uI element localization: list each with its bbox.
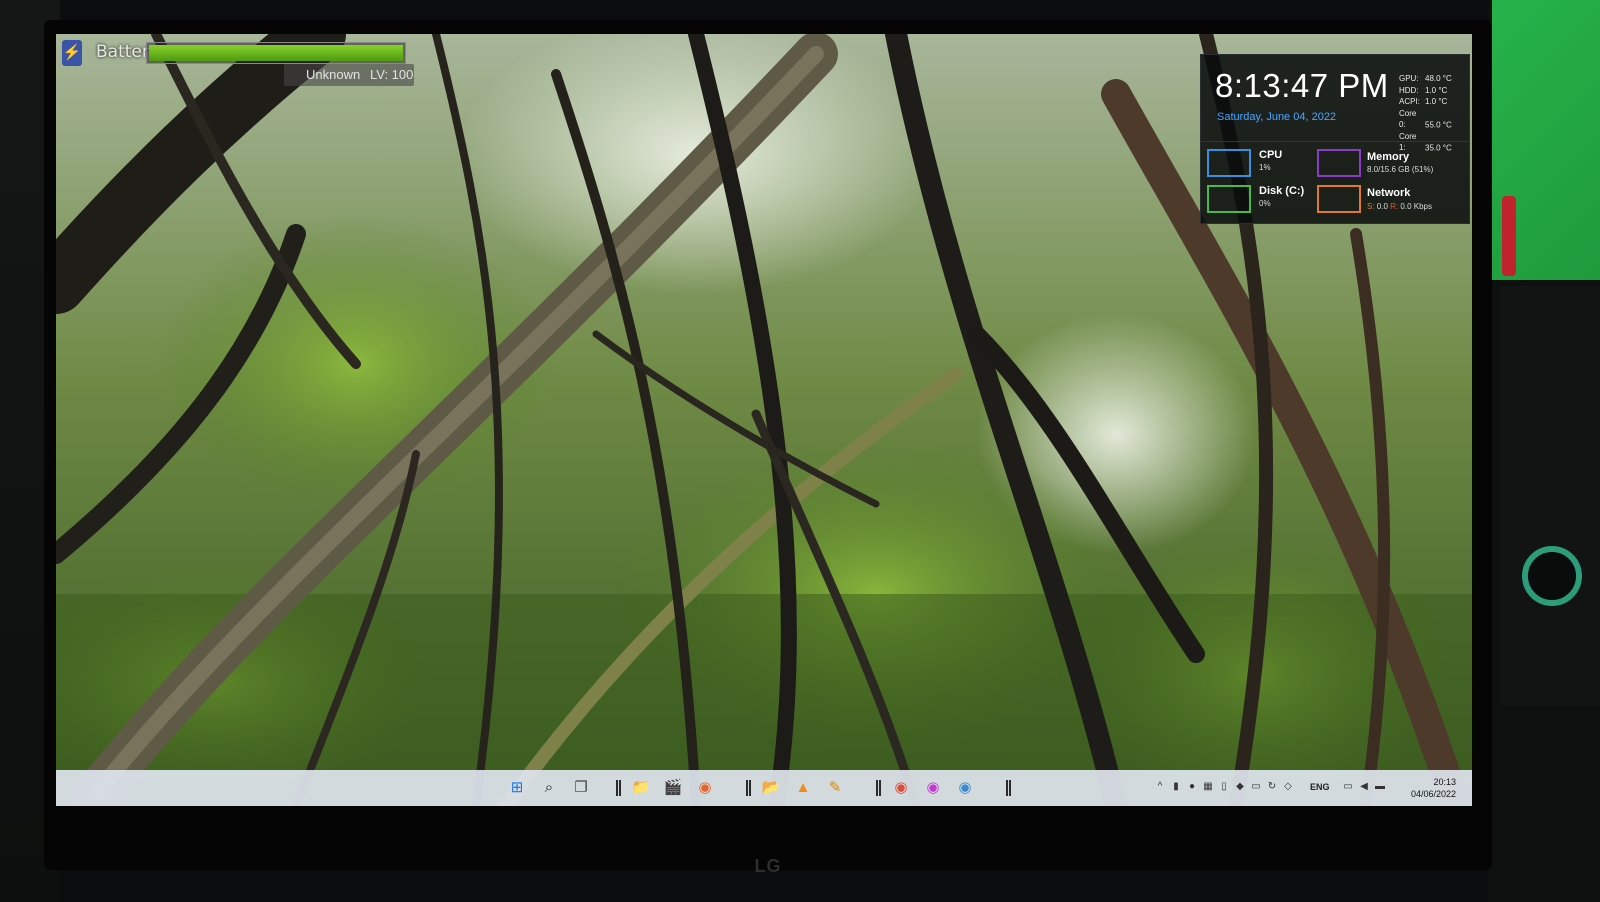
battery-level-text: LV: 100 [370,67,414,82]
monitor-brand-logo: LG [754,856,782,876]
network-value: S: 0.0 R: 0.0 Kbps [1367,202,1432,211]
network-recv-label: R: [1390,202,1399,211]
clock-date: Saturday, June 04, 2022 [1217,111,1337,123]
storage-icon[interactable]: ▭ [1250,781,1262,793]
chrome-profile-3-icon[interactable]: ◉ [954,776,976,798]
battery-level-fill [149,45,403,61]
memory-title: Memory [1367,151,1410,163]
task-view-icon[interactable]: ❐ [570,776,592,798]
dropbox-icon[interactable]: ◇ [1282,781,1294,793]
network-send-label: S: [1367,202,1375,211]
firefox-icon[interactable]: ◉ [694,776,716,798]
disk-value: 0% [1259,199,1271,208]
people-icon[interactable]: ● [1186,781,1198,793]
system-monitor-widget: 8:13:47 PM Saturday, June 04, 2022 GPU: 4… [1200,54,1470,224]
red-object [1502,196,1516,276]
taskbar: ⊞ ⌕ ❐ 📁 🎬 ◉ 📂 ▲ ✎ ◉ ◉ ◉ ^ ▮ ● ▦ ▯ ◆ ▭ ↻ ◇ ENG ▭ ◀ ▬… [56,770,1472,806]
folder-icon[interactable]: 📂 [760,776,782,798]
memory-graph [1317,149,1361,177]
search-icon[interactable]: ⌕ [538,776,560,798]
pen-tool-icon[interactable]: ✎ [824,776,846,798]
network-recv-value: 0.0 Kbps [1400,202,1432,211]
taskbar-separator [746,780,751,796]
usb-drive-icon[interactable]: ▮ [1170,781,1182,793]
tray-time: 20:13 [1433,777,1456,787]
network-send-value: 0.0 [1376,202,1388,211]
cpu-value: 1% [1259,163,1271,172]
taskbar-separator [876,780,881,796]
cpu-title: CPU [1259,149,1283,161]
file-explorer-icon[interactable]: 📁 [630,776,652,798]
disk-title: Disk (C:) [1259,185,1305,197]
taskbar-separator [616,780,621,796]
app-tray-icon[interactable]: ◆ [1234,781,1246,793]
taskbar-separator [1006,780,1011,796]
network-drive-icon[interactable]: ▦ [1202,781,1214,793]
battery-status-panel: Unknown LV: 100 [284,64,414,86]
disk-graph [1207,185,1251,213]
tray-clock[interactable]: 20:13 04/06/2022 [1386,776,1456,800]
show-hidden-icons-chevron-icon[interactable]: ^ [1154,781,1166,793]
volume-icon[interactable]: ◀ [1358,781,1370,793]
network-monitor-icon[interactable]: ▭ [1342,781,1354,793]
temp-row: HDD: 1.0 °C [1399,85,1448,95]
network-graph [1317,185,1361,213]
chrome-icon[interactable]: ◉ [890,776,912,798]
clock-time: 8:13:47 PM [1215,67,1389,104]
battery-status-text: Unknown [306,67,361,82]
chrome-profile-2-icon[interactable]: ◉ [922,776,944,798]
speaker-ring [1522,546,1582,606]
battery-icon[interactable]: ▬ [1374,781,1386,793]
widget-divider [1201,141,1469,142]
battery-level-bar [146,42,406,64]
tablet-icon[interactable]: ▯ [1218,781,1230,793]
sync-icon[interactable]: ↻ [1266,781,1278,793]
speaker [1500,286,1600,706]
memory-value: 8.0/15.6 GB (51%) [1367,165,1434,174]
start-icon[interactable]: ⊞ [506,776,528,798]
cpu-graph [1207,149,1251,177]
vlc-icon[interactable]: ▲ [792,776,814,798]
temp-row: ACPI: 1.0 °C [1399,97,1448,106]
temp-row: GPU: 48.0 °C [1399,74,1452,83]
battery-bolt-icon: ⚡ [62,40,82,66]
network-title: Network [1367,187,1411,199]
tray-date: 04/06/2022 [1410,789,1456,799]
desktop-screen: ⚡ Battery Unknown LV: 100 8:13:47 PM Sat… [56,34,1472,806]
temp-row: Core 0: 55.0 °C [1399,108,1452,130]
language-indicator[interactable]: ENG [1310,782,1330,792]
media-player-icon[interactable]: 🎬 [662,776,684,798]
